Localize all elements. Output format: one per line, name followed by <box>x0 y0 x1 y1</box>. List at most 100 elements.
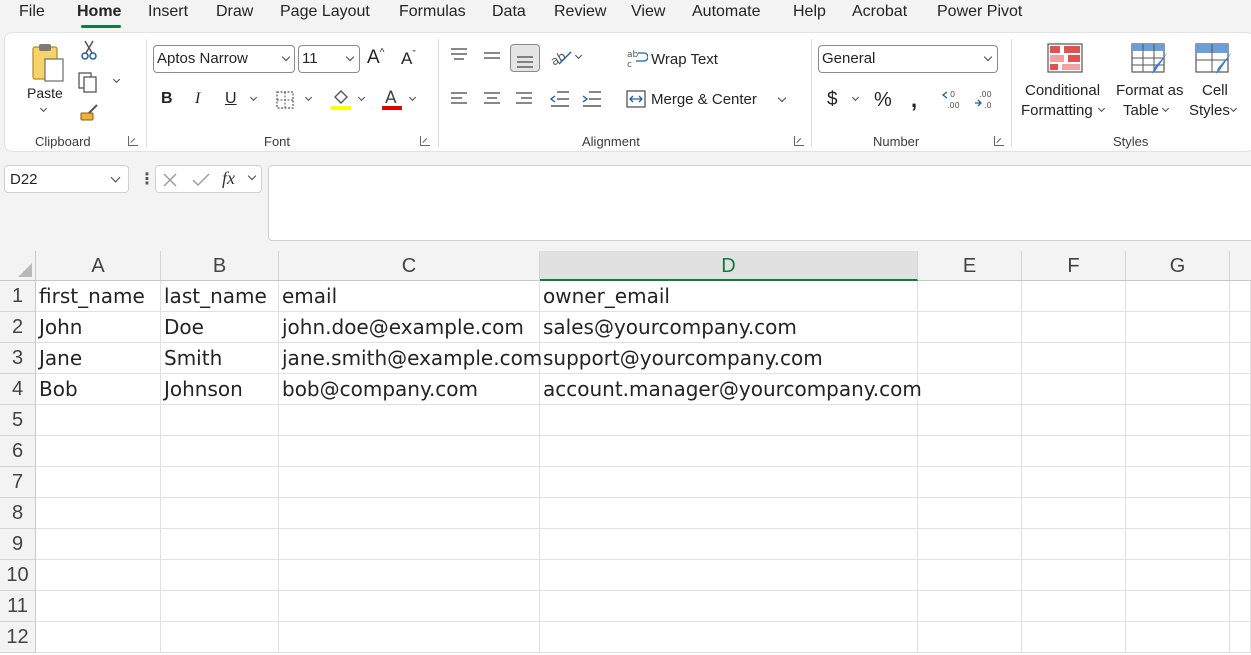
cell-d8[interactable] <box>540 498 918 529</box>
cell-c5[interactable] <box>279 405 540 436</box>
cell-d5[interactable] <box>540 405 918 436</box>
cell-e8[interactable] <box>918 498 1022 529</box>
format-as-table-label-1[interactable]: Format as <box>1116 82 1184 99</box>
paste-chevron-icon[interactable] <box>39 104 48 113</box>
clipboard-launcher-icon[interactable] <box>128 136 138 146</box>
cell-e1[interactable] <box>918 281 1022 312</box>
cell-f11[interactable] <box>1022 591 1126 622</box>
format-as-table-chevron-icon[interactable] <box>1161 104 1170 113</box>
align-left-icon[interactable] <box>449 91 469 107</box>
menu-formulas[interactable]: Formulas <box>399 3 466 21</box>
cell-b12[interactable] <box>161 622 279 653</box>
cell-c12[interactable] <box>279 622 540 653</box>
cell-b6[interactable] <box>161 436 279 467</box>
cell-a12[interactable] <box>36 622 161 653</box>
cell-f1[interactable] <box>1022 281 1126 312</box>
cell-a5[interactable] <box>36 405 161 436</box>
cell-styles-chevron-icon[interactable] <box>1229 104 1238 113</box>
menu-automate[interactable]: Automate <box>692 3 760 21</box>
menu-page-layout[interactable]: Page Layout <box>280 3 370 21</box>
underline-chevron-icon[interactable] <box>249 93 258 102</box>
cell-a3[interactable]: Jane <box>36 343 161 374</box>
cell-h11[interactable] <box>1230 591 1251 622</box>
borders-chevron-icon[interactable] <box>304 93 313 102</box>
cell-e2[interactable] <box>918 312 1022 343</box>
align-center-icon[interactable] <box>482 91 502 107</box>
borders-icon[interactable] <box>275 90 295 110</box>
row-header-10[interactable]: 10 <box>0 560 36 591</box>
cell-a7[interactable] <box>36 467 161 498</box>
column-header-next[interactable] <box>1230 251 1251 281</box>
cell-g12[interactable] <box>1126 622 1230 653</box>
cell-c11[interactable] <box>279 591 540 622</box>
cell-c2[interactable]: john.doe@example.com <box>279 312 540 343</box>
cell-c1[interactable]: email <box>279 281 540 312</box>
conditional-formatting-label-2[interactable]: Formatting <box>1021 102 1093 119</box>
chevron-down-icon[interactable] <box>247 171 257 181</box>
cell-c10[interactable] <box>279 560 540 591</box>
decrease-font-size-icon[interactable]: Aˇ <box>401 49 416 69</box>
cell-b4[interactable]: Johnson <box>161 374 279 405</box>
copy-chevron-icon[interactable] <box>112 75 121 84</box>
cell-d12[interactable] <box>540 622 918 653</box>
cell-h1[interactable] <box>1230 281 1251 312</box>
row-header-11[interactable]: 11 <box>0 591 36 622</box>
cell-a4[interactable]: Bob <box>36 374 161 405</box>
wrap-text-button[interactable]: Wrap Text <box>651 51 718 68</box>
cell-f2[interactable] <box>1022 312 1126 343</box>
currency-icon[interactable]: $ <box>827 89 838 111</box>
wrap-text-icon[interactable]: ab c <box>626 49 648 69</box>
cell-e12[interactable] <box>918 622 1022 653</box>
cell-f7[interactable] <box>1022 467 1126 498</box>
italic-icon[interactable]: I <box>195 90 200 108</box>
cell-a6[interactable] <box>36 436 161 467</box>
column-header-b[interactable]: B <box>161 251 279 281</box>
cell-e3[interactable] <box>918 343 1022 374</box>
cell-styles-label-1[interactable]: Cell <box>1202 82 1228 99</box>
insert-function-icon[interactable]: fx <box>222 168 235 189</box>
cell-a1[interactable]: first_name <box>36 281 161 312</box>
cell-b3[interactable]: Smith <box>161 343 279 374</box>
row-header-12[interactable]: 12 <box>0 622 36 653</box>
conditional-formatting-icon[interactable] <box>1046 42 1084 74</box>
cell-h7[interactable] <box>1230 467 1251 498</box>
cell-f3[interactable] <box>1022 343 1126 374</box>
name-box[interactable]: D22 <box>4 165 129 193</box>
orientation-chevron-icon[interactable] <box>574 51 583 60</box>
font-color-chevron-icon[interactable] <box>408 93 417 102</box>
cell-a8[interactable] <box>36 498 161 529</box>
select-all-button[interactable] <box>0 251 36 281</box>
menu-review[interactable]: Review <box>554 3 606 21</box>
column-header-f[interactable]: F <box>1022 251 1126 281</box>
formula-input[interactable] <box>268 165 1251 241</box>
cell-b5[interactable] <box>161 405 279 436</box>
cell-d11[interactable] <box>540 591 918 622</box>
format-as-table-label-2[interactable]: Table <box>1123 102 1159 119</box>
cell-g4[interactable] <box>1126 374 1230 405</box>
cell-g6[interactable] <box>1126 436 1230 467</box>
conditional-formatting-chevron-icon[interactable] <box>1097 104 1106 113</box>
menu-file[interactable]: File <box>19 3 45 21</box>
underline-icon[interactable]: U <box>225 90 237 108</box>
increase-indent-icon[interactable] <box>581 90 603 108</box>
cell-c3[interactable]: jane.smith@example.com <box>279 343 542 374</box>
comma-style-icon[interactable]: , <box>911 87 917 113</box>
cell-h8[interactable] <box>1230 498 1251 529</box>
menu-acrobat[interactable]: Acrobat <box>852 3 907 21</box>
middle-align-icon[interactable] <box>482 49 502 65</box>
column-header-c[interactable]: C <box>279 251 540 281</box>
row-header-3[interactable]: 3 <box>0 343 36 374</box>
paste-label[interactable]: Paste <box>27 85 63 101</box>
cell-a2[interactable]: John <box>36 312 161 343</box>
row-header-5[interactable]: 5 <box>0 405 36 436</box>
paste-button[interactable] <box>29 41 69 91</box>
cell-b10[interactable] <box>161 560 279 591</box>
cell-g8[interactable] <box>1126 498 1230 529</box>
row-header-9[interactable]: 9 <box>0 529 36 560</box>
cell-c8[interactable] <box>279 498 540 529</box>
merge-center-chevron-icon[interactable] <box>777 93 787 103</box>
cancel-icon[interactable] <box>162 172 178 188</box>
bottom-align-button[interactable] <box>510 44 540 72</box>
cell-h9[interactable] <box>1230 529 1251 560</box>
font-color-icon[interactable]: A <box>380 87 404 111</box>
